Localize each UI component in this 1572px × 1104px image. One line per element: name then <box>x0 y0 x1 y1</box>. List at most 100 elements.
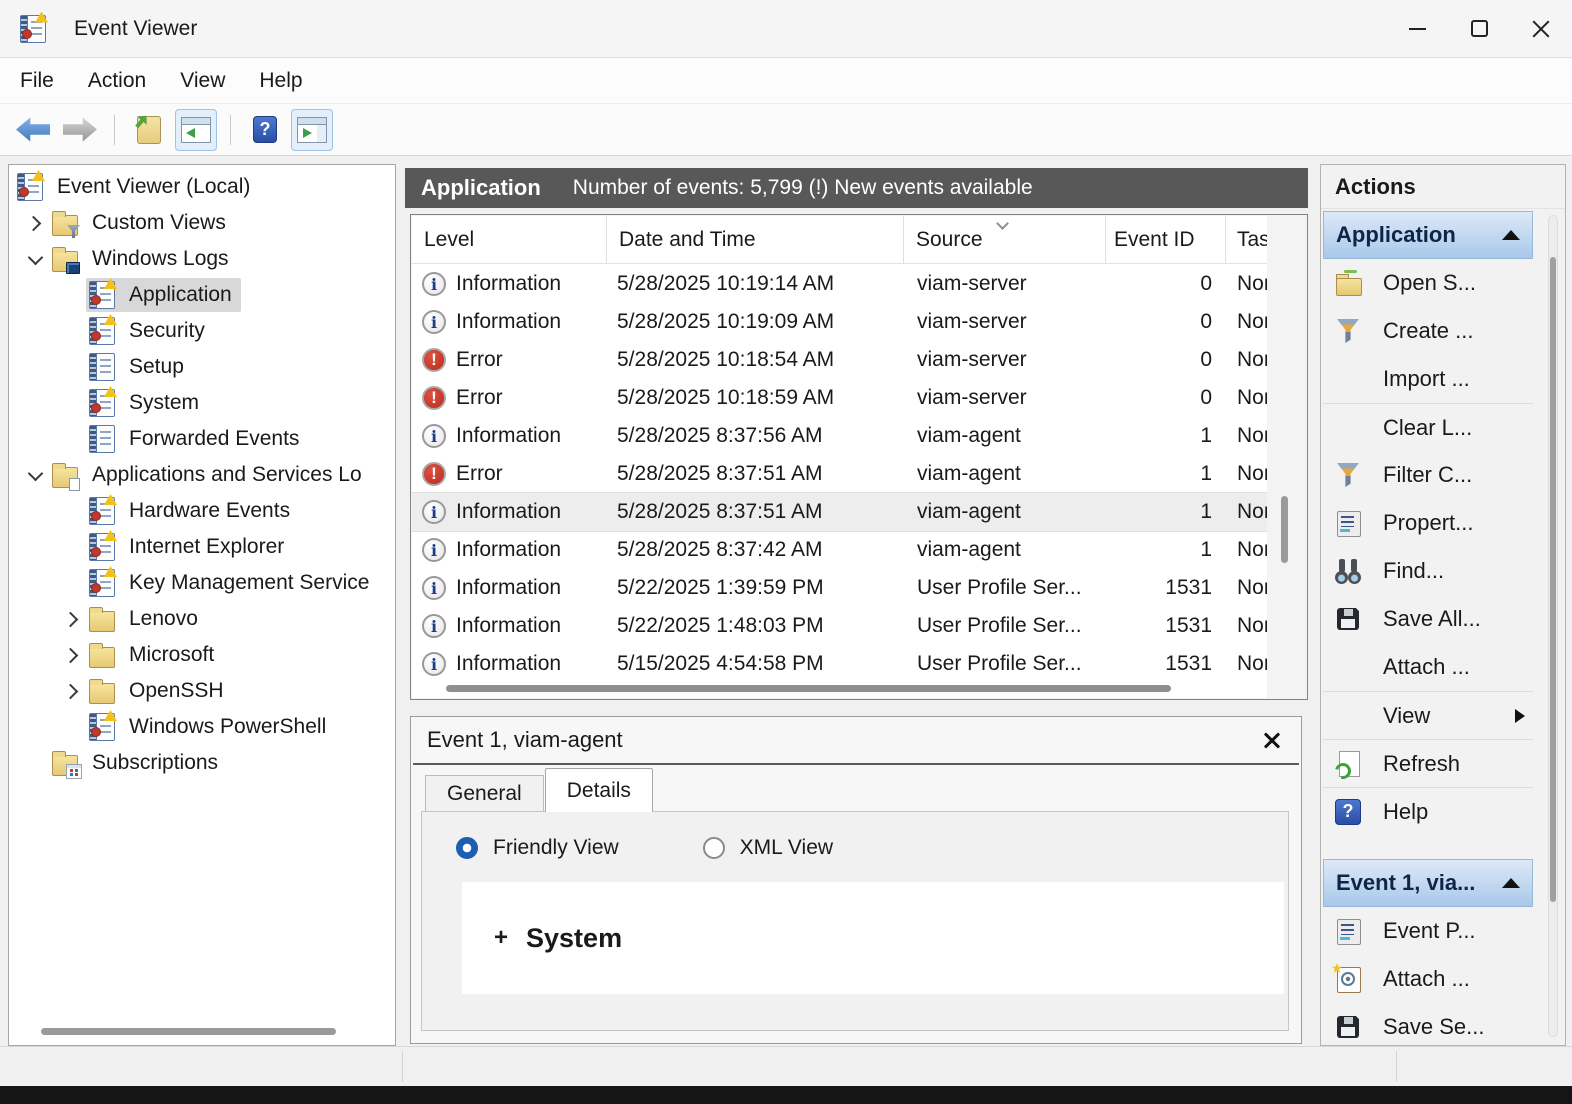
system-node-label[interactable]: System <box>526 923 622 954</box>
actions-section-application[interactable]: Application <box>1323 211 1533 259</box>
tab-details[interactable]: Details <box>545 768 653 812</box>
expander-icon[interactable] <box>58 601 86 637</box>
friendly-view-option[interactable]: Friendly View <box>456 836 619 860</box>
minimize-button[interactable] <box>1386 0 1448 57</box>
export-button[interactable] <box>128 109 170 151</box>
maximize-button[interactable] <box>1448 0 1510 57</box>
expander-icon[interactable] <box>58 313 86 349</box>
table-row[interactable]: Information 5/15/2025 4:54:58 PM User Pr… <box>412 645 1267 677</box>
collapse-icon[interactable] <box>1502 878 1520 888</box>
expander-icon[interactable] <box>58 493 86 529</box>
tree-item[interactable]: Windows PowerShell <box>9 709 395 745</box>
action-item[interactable]: Refresh <box>1323 739 1533 787</box>
event-id-text: 0 <box>1106 341 1226 379</box>
tree-item[interactable]: Windows Logs <box>9 241 395 277</box>
col-header-level[interactable]: Level <box>412 216 607 263</box>
tree-item[interactable]: Forwarded Events <box>9 421 395 457</box>
expander-icon[interactable] <box>21 457 49 493</box>
table-row[interactable]: Information 5/28/2025 10:19:14 AM viam-s… <box>412 265 1267 303</box>
collapse-icon[interactable] <box>1502 230 1520 240</box>
tree-item[interactable]: Custom Views <box>9 205 395 241</box>
expander-icon[interactable] <box>21 241 49 277</box>
actions-section-event[interactable]: Event 1, via... <box>1323 859 1533 907</box>
action-item[interactable]: Propert... <box>1323 499 1533 547</box>
action-item[interactable]: Help <box>1323 787 1533 835</box>
level-icon <box>422 272 446 296</box>
actions-scrollbar-track[interactable] <box>1548 215 1558 1037</box>
menu-item-help[interactable]: Help <box>259 69 302 93</box>
col-header-event-id[interactable]: Event ID <box>1106 216 1226 263</box>
table-row[interactable]: Information 5/22/2025 1:48:03 PM User Pr… <box>412 607 1267 645</box>
table-row[interactable]: Information 5/28/2025 8:37:51 AM viam-ag… <box>412 493 1267 531</box>
tree-item[interactable]: Key Management Service <box>9 565 395 601</box>
help-button[interactable] <box>244 109 286 151</box>
show-console-tree-button[interactable] <box>175 109 217 151</box>
actions-scrollbar-thumb[interactable] <box>1550 257 1556 902</box>
menu-item-action[interactable]: Action <box>88 69 146 93</box>
tree-item[interactable]: Event Viewer (Local) <box>9 169 395 205</box>
expander-icon[interactable] <box>58 709 86 745</box>
action-item[interactable]: Save Se... <box>1323 1003 1533 1046</box>
radio-unselected-icon[interactable] <box>703 837 725 859</box>
action-item[interactable]: Create ... <box>1323 307 1533 355</box>
tree-item[interactable]: Microsoft <box>9 637 395 673</box>
source-text: viam-server <box>904 341 1106 379</box>
action-item[interactable]: Find... <box>1323 547 1533 595</box>
tab-general[interactable]: General <box>425 775 544 811</box>
table-row[interactable]: Information 5/28/2025 8:37:42 AM viam-ag… <box>412 531 1267 569</box>
xml-view-option[interactable]: XML View <box>703 836 833 860</box>
expander-icon[interactable] <box>21 205 49 241</box>
col-header-date[interactable]: Date and Time <box>607 216 904 263</box>
expander-icon[interactable] <box>58 385 86 421</box>
back-button[interactable] <box>12 109 54 151</box>
action-item[interactable]: Attach ... <box>1323 955 1533 1003</box>
expander-icon[interactable] <box>58 529 86 565</box>
tree-item[interactable]: Lenovo <box>9 601 395 637</box>
table-row[interactable]: Error 5/28/2025 10:18:54 AM viam-server … <box>412 341 1267 379</box>
expander-icon[interactable] <box>58 277 86 313</box>
action-item[interactable]: Event P... <box>1323 907 1533 955</box>
event-list-vertical-scrollbar[interactable] <box>1281 496 1288 563</box>
event-id-text: 1 <box>1106 455 1226 493</box>
tree-item[interactable]: Setup <box>9 349 395 385</box>
menu-item-file[interactable]: File <box>20 69 54 93</box>
table-row[interactable]: Information 5/28/2025 8:37:56 AM viam-ag… <box>412 417 1267 455</box>
table-row[interactable]: Error 5/28/2025 8:37:51 AM viam-agent 1 … <box>412 455 1267 493</box>
action-item[interactable]: Filter C... <box>1323 451 1533 499</box>
table-row[interactable]: Information 5/22/2025 1:39:59 PM User Pr… <box>412 569 1267 607</box>
col-header-task-category[interactable]: Task Category <box>1226 216 1267 263</box>
tree-item[interactable]: Internet Explorer <box>9 529 395 565</box>
table-row[interactable]: Error 5/28/2025 10:18:59 AM viam-server … <box>412 379 1267 417</box>
event-list-horizontal-scrollbar[interactable] <box>446 685 1171 692</box>
show-action-pane-button[interactable] <box>291 109 333 151</box>
action-item[interactable]: Attach ... <box>1323 643 1533 691</box>
action-item[interactable]: Import ... <box>1323 355 1533 403</box>
node-expander[interactable]: + <box>494 924 508 952</box>
detail-close-icon[interactable] <box>1261 729 1283 751</box>
tree-item-icon <box>89 683 115 704</box>
expander-icon[interactable] <box>58 349 86 385</box>
expander-icon[interactable] <box>58 565 86 601</box>
action-item[interactable]: Save All... <box>1323 595 1533 643</box>
radio-selected-icon[interactable] <box>456 837 478 859</box>
tree-item[interactable]: Subscriptions <box>9 745 395 781</box>
tree-item[interactable]: Security <box>9 313 395 349</box>
tree-item[interactable]: OpenSSH <box>9 673 395 709</box>
tree-item[interactable]: Applications and Services Lo <box>9 457 395 493</box>
table-row[interactable]: Information 5/28/2025 10:19:09 AM viam-s… <box>412 303 1267 341</box>
tree-horizontal-scrollbar[interactable] <box>41 1028 336 1035</box>
action-item[interactable]: View <box>1323 691 1533 739</box>
expander-icon[interactable] <box>21 745 49 781</box>
tree-item[interactable]: Hardware Events <box>9 493 395 529</box>
tree-item[interactable]: Application <box>9 277 395 313</box>
expander-icon[interactable] <box>58 421 86 457</box>
action-item[interactable]: Clear L... <box>1323 403 1533 451</box>
action-item-icon <box>1335 462 1361 488</box>
expander-icon[interactable] <box>58 673 86 709</box>
close-button[interactable] <box>1510 0 1572 57</box>
tree-item[interactable]: System <box>9 385 395 421</box>
action-item[interactable]: Open S... <box>1323 259 1533 307</box>
expander-icon[interactable] <box>58 637 86 673</box>
forward-button[interactable] <box>59 109 101 151</box>
menu-item-view[interactable]: View <box>180 69 225 93</box>
